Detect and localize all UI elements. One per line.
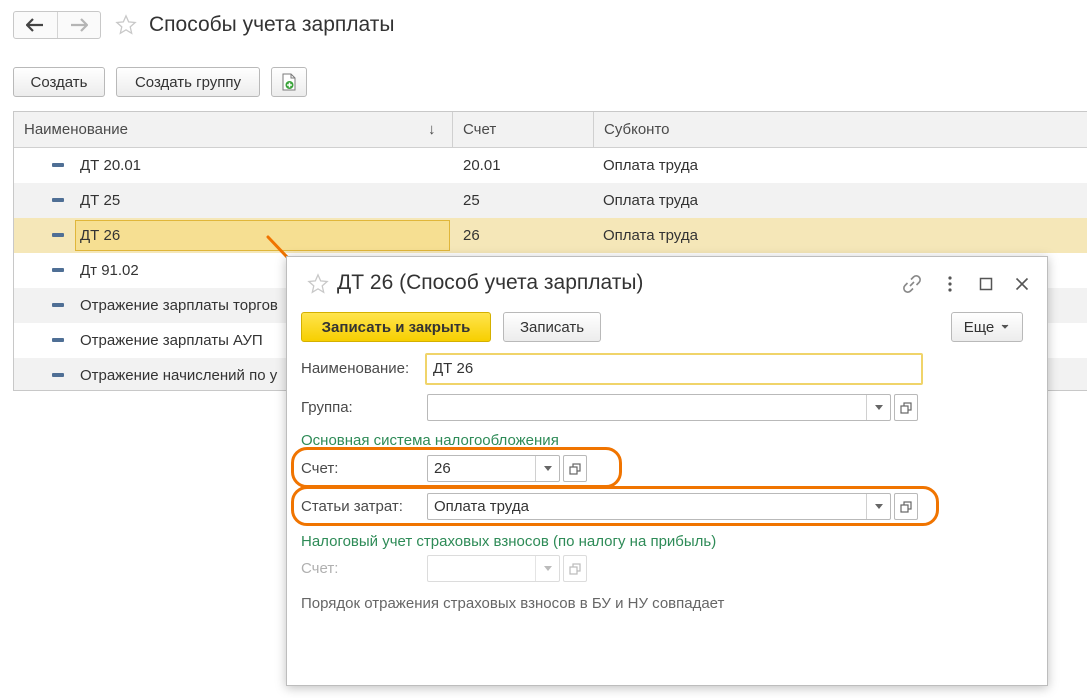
row-name: Отражение зарплаты АУП <box>80 332 263 349</box>
maximize-icon <box>979 277 993 291</box>
close-icon <box>1015 277 1029 291</box>
row-subconto: Оплата труда <box>603 227 698 244</box>
table-row[interactable]: ДТ 25 25 Оплата труда <box>14 183 1087 218</box>
row-subconto: Оплата труда <box>603 157 698 174</box>
row-account: 25 <box>463 192 480 209</box>
item-icon <box>52 163 64 167</box>
forward-button[interactable] <box>56 12 100 38</box>
group-dropdown-button[interactable] <box>866 395 890 420</box>
column-header-subconto[interactable]: Субконто <box>594 112 670 148</box>
row-account: 26 <box>463 227 480 244</box>
more-label: Еще <box>963 318 995 336</box>
item-icon <box>52 373 64 377</box>
page-title: Способы учета зарплаты <box>149 13 395 36</box>
row-subconto: Оплата труда <box>603 192 698 209</box>
note-text: Порядок отражения страховых взносов в БУ… <box>301 595 725 612</box>
tax-account-dropdown-button <box>535 556 559 581</box>
create-button[interactable]: Создать <box>13 67 105 97</box>
more-menu-button[interactable]: Еще <box>951 312 1023 342</box>
tax-account-label: Счет: <box>301 560 339 577</box>
open-icon <box>900 401 912 414</box>
row-name: ДТ 20.01 <box>80 157 142 174</box>
name-field[interactable]: ДТ 26 <box>425 353 923 385</box>
arrow-right-icon <box>70 18 88 32</box>
navigation-buttons <box>13 11 101 39</box>
tax-account-open-button <box>563 555 587 582</box>
item-dialog: ДТ 26 (Способ учета зарплаты) Записать и… <box>286 256 1048 686</box>
star-icon[interactable] <box>115 14 137 36</box>
add-from-template-button[interactable] <box>271 67 307 97</box>
item-icon <box>52 338 64 342</box>
more-actions-button[interactable] <box>939 273 961 295</box>
item-icon <box>52 198 64 202</box>
open-icon <box>569 562 581 575</box>
save-and-close-button[interactable]: Записать и закрыть <box>301 312 491 342</box>
sort-arrow-icon: ↓ <box>428 121 436 138</box>
item-icon <box>52 233 64 237</box>
column-header-account[interactable]: Счет <box>453 112 496 148</box>
group-open-button[interactable] <box>894 394 918 421</box>
arrow-left-icon <box>26 18 44 32</box>
row-name: Дт 91.02 <box>80 262 139 279</box>
table-header: Наименование ↓ Счет Субконто <box>14 112 1087 148</box>
row-name: ДТ 26 <box>80 227 121 244</box>
tax-account-field <box>427 555 560 582</box>
row-account: 20.01 <box>463 157 501 174</box>
vertical-dots-icon <box>948 276 952 292</box>
highlight-oval <box>291 486 939 526</box>
star-icon[interactable] <box>307 273 329 295</box>
new-document-icon <box>282 73 296 91</box>
back-button[interactable] <box>14 12 57 38</box>
maximize-button[interactable] <box>975 273 997 295</box>
group-field[interactable] <box>427 394 891 421</box>
dialog-title: ДТ 26 (Способ учета зарплаты) <box>337 271 644 294</box>
row-name: ДТ 25 <box>80 192 121 209</box>
item-icon <box>52 303 64 307</box>
row-name: Отражение зарплаты торгов <box>80 297 278 314</box>
column-header-name[interactable]: Наименование <box>14 112 452 148</box>
name-value: ДТ 26 <box>433 360 474 377</box>
insurance-tax-section: Налоговый учет страховых взносов (по нал… <box>301 533 717 550</box>
link-button[interactable] <box>901 273 923 295</box>
table-row[interactable]: ДТ 20.01 20.01 Оплата труда <box>14 148 1087 183</box>
highlight-oval <box>291 447 622 488</box>
group-label: Группа: <box>301 399 353 416</box>
chevron-down-icon <box>543 566 552 571</box>
create-group-button[interactable]: Создать группу <box>116 67 260 97</box>
save-button[interactable]: Записать <box>503 312 601 342</box>
chevron-down-icon <box>1001 324 1009 329</box>
row-name: Отражение начислений по у <box>80 367 278 384</box>
name-label: Наименование: <box>301 360 410 377</box>
table-row-selected[interactable]: ДТ 26 26 Оплата труда <box>14 218 1087 253</box>
link-icon <box>903 275 921 293</box>
item-icon <box>52 268 64 272</box>
close-button[interactable] <box>1011 273 1033 295</box>
chevron-down-icon <box>874 405 883 410</box>
